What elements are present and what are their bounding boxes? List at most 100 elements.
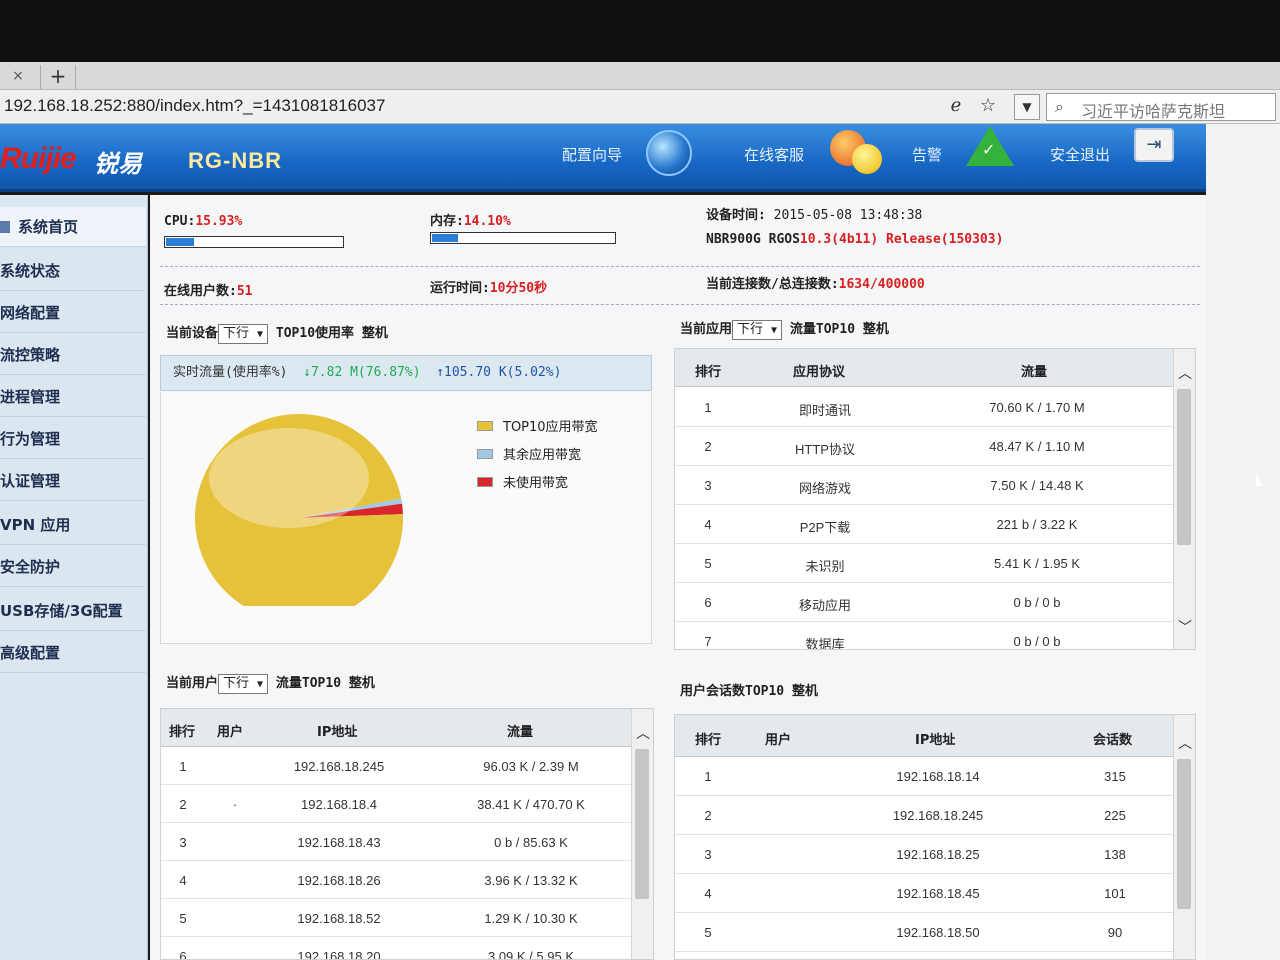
sidebar-item-advanced[interactable]: 高级配置 xyxy=(0,633,146,673)
protocol-cell: 移动应用 xyxy=(798,598,851,613)
user-table: 排行 用户 IP地址 流量 1 192.168.18.245 96.03 K / 2… xyxy=(160,708,654,960)
session-table-scrollbar[interactable]: ︿ xyxy=(1173,715,1195,959)
flow-cell: 48.47 K / 1.10 M xyxy=(989,439,1085,454)
table-row: 5 未识别 5.41 K / 1.95 K xyxy=(675,544,1173,583)
search-text: 习近平访哈萨克斯坦 xyxy=(1081,102,1226,121)
exit-door-icon[interactable]: ⇥ xyxy=(1134,128,1174,162)
monitor-bezel xyxy=(0,0,1280,62)
chevron-down-icon: ▼ xyxy=(257,328,264,340)
rank-cell: 2 xyxy=(179,797,187,812)
rank-cell: 1 xyxy=(704,769,712,784)
flow-cell: 3.09 K / 5.95 K xyxy=(487,949,574,960)
flow-cell: 5.41 K / 1.95 K xyxy=(993,556,1080,571)
ip-cell: 192.168.18.50 xyxy=(896,925,980,940)
url-field[interactable]: 192.168.18.252:880/index.htm?_=143108181… xyxy=(4,96,385,116)
table-row: 4 192.168.18.45 101 xyxy=(675,874,1173,913)
table-row: 1 192.168.18.14 315 xyxy=(675,757,1173,796)
divider xyxy=(160,266,1200,267)
sidebar-item-status[interactable]: 系统状态 xyxy=(0,251,146,291)
bandwidth-pie-chart xyxy=(195,414,403,606)
rank-cell: 1 xyxy=(704,400,712,415)
rank-cell: 2 xyxy=(704,808,712,823)
sidebar-item-behavior[interactable]: 行为管理 xyxy=(0,419,146,459)
search-icon: ⌕ xyxy=(1055,97,1064,116)
scroll-up-icon: ︿ xyxy=(1178,366,1192,382)
rank-cell: 6 xyxy=(704,595,712,610)
table-row: 2 HTTP协议 48.47 K / 1.10 M xyxy=(675,427,1173,466)
app-table: 排行 应用协议 流量 1 即时通讯 70.60 K / 1.70 M 2 HTTP协议 4… xyxy=(674,348,1196,650)
legend-swatch-icon xyxy=(477,421,493,431)
flow-cell: 0 b / 85.63 K xyxy=(494,835,568,850)
protocol-cell: 即时通讯 xyxy=(798,403,851,418)
rank-cell: 2 xyxy=(704,439,712,454)
sidebar-item-process[interactable]: 进程管理 xyxy=(0,377,146,417)
realtime-flow-strip: 实时流量(使用率%) ↓7.82 M(76.87%) ↑105.70 K(5.0… xyxy=(160,355,652,391)
scroll-thumb xyxy=(1177,389,1191,545)
session-count-cell: 315 xyxy=(1104,769,1126,784)
app-table-scrollbar[interactable]: ︿ ﹀ xyxy=(1173,349,1195,649)
new-tab-button[interactable]: + xyxy=(40,65,76,89)
session-count-cell: 138 xyxy=(1104,847,1126,862)
scroll-up-icon: ︿ xyxy=(1178,736,1192,752)
tab-close-icon[interactable]: × xyxy=(8,68,28,86)
sidebar-item-security[interactable]: 安全防护 xyxy=(0,547,146,587)
flow-cell: 3.96 K / 13.32 K xyxy=(484,873,578,888)
scroll-thumb xyxy=(635,749,649,899)
device-panel-title: 当前设备 下行 ▼ TOP10使用率 整机 xyxy=(166,322,388,344)
memory-usage-bar xyxy=(430,232,616,244)
table-row: 4 P2P下载 221 b / 3.22 K xyxy=(675,505,1173,544)
rank-cell: 1 xyxy=(179,759,187,774)
alarm-link[interactable]: 告警 xyxy=(912,144,942,165)
compat-mode-icon[interactable]: ℯ xyxy=(944,95,968,117)
device-time: 设备时间: 2015-05-08 13:48:38 xyxy=(706,208,923,223)
session-count-cell: 101 xyxy=(1104,886,1126,901)
scroll-down-icon: ﹀ xyxy=(1178,620,1192,636)
user-panel-title: 当前用户 下行 ▼ 流量TOP10 整机 xyxy=(166,672,375,694)
app-header: Ruijie 锐易 RG-NBR 配置向导 在线客服 告警 ✓ 安全退出 ⇥ xyxy=(0,124,1206,192)
smiley-service-icon[interactable] xyxy=(830,128,882,176)
table-row: 6 移动应用 0 b / 0 b xyxy=(675,583,1173,622)
table-row: 2 192.168.18.245 225 xyxy=(675,796,1173,835)
bookmark-star-icon[interactable]: ☆ xyxy=(976,95,1000,117)
table-row: 1 192.168.18.245 96.03 K / 2.39 M xyxy=(161,747,631,785)
sidebar-item-home[interactable]: 系统首页 xyxy=(0,207,146,247)
table-header: 排行 用户 IP地址 会话数 xyxy=(675,715,1173,757)
ip-cell: 192.168.18.245 xyxy=(892,808,984,823)
user-table-scrollbar[interactable]: ︿ xyxy=(631,709,653,959)
legend-unused: 未使用带宽 xyxy=(477,472,568,491)
flow-cell: 38.41 K / 470.70 K xyxy=(477,797,585,812)
url-dropdown-icon[interactable]: ▼ xyxy=(1014,94,1040,120)
table-header: 排行 用户 IP地址 流量 xyxy=(161,709,631,747)
ip-cell: 192.168.18.26 xyxy=(297,873,381,888)
sidebar-item-vpn[interactable]: VPN 应用 xyxy=(0,505,146,545)
ip-cell: 192.168.18.14 xyxy=(896,769,980,784)
browser-search-input[interactable]: ⌕ 习近平访哈萨克斯坦 xyxy=(1046,93,1276,121)
scroll-thumb xyxy=(1177,759,1191,909)
wizard-link[interactable]: 配置向导 xyxy=(562,144,622,165)
sidebar-item-auth[interactable]: 认证管理 xyxy=(0,461,146,501)
logout-link[interactable]: 安全退出 xyxy=(1050,144,1110,165)
protocol-cell: 未识别 xyxy=(805,559,845,574)
globe-icon[interactable] xyxy=(646,130,692,176)
device-direction-select[interactable]: 下行 ▼ xyxy=(218,323,269,344)
table-row: 6 192.168.18.20 3.09 K / 5.95 K xyxy=(161,937,631,960)
user-direction-select[interactable]: 下行 ▼ xyxy=(218,673,269,694)
online-service-link[interactable]: 在线客服 xyxy=(744,144,804,165)
scroll-up-icon: ︿ xyxy=(636,726,650,742)
table-row: 2 · 192.168.18.4 38.41 K / 470.70 K xyxy=(161,785,631,823)
legend-swatch-icon xyxy=(477,449,493,459)
table-row: 3 192.168.18.43 0 b / 85.63 K xyxy=(161,823,631,861)
sidebar-item-usb[interactable]: USB存储/3G配置 xyxy=(0,591,146,631)
rank-cell: 3 xyxy=(704,847,712,862)
connections-stat: 当前连接数/总连接数:1634/400000 xyxy=(706,277,925,292)
product-model: RG-NBR xyxy=(188,148,282,173)
sidebar-item-flow-control[interactable]: 流控策略 xyxy=(0,335,146,375)
session-table: 排行 用户 IP地址 会话数 1 192.168.18.14 315 2 192.168… xyxy=(674,714,1196,960)
table-row: 3 192.168.18.25 138 xyxy=(675,835,1173,874)
sidebar-item-network[interactable]: 网络配置 xyxy=(0,293,146,333)
app-direction-select[interactable]: 下行 ▼ xyxy=(732,319,783,340)
cpu-usage-bar xyxy=(164,236,344,248)
pie-highlight xyxy=(209,428,369,528)
uptime-stat: 运行时间:10分50秒 xyxy=(430,281,548,296)
session-count-cell: 90 xyxy=(1107,925,1123,940)
